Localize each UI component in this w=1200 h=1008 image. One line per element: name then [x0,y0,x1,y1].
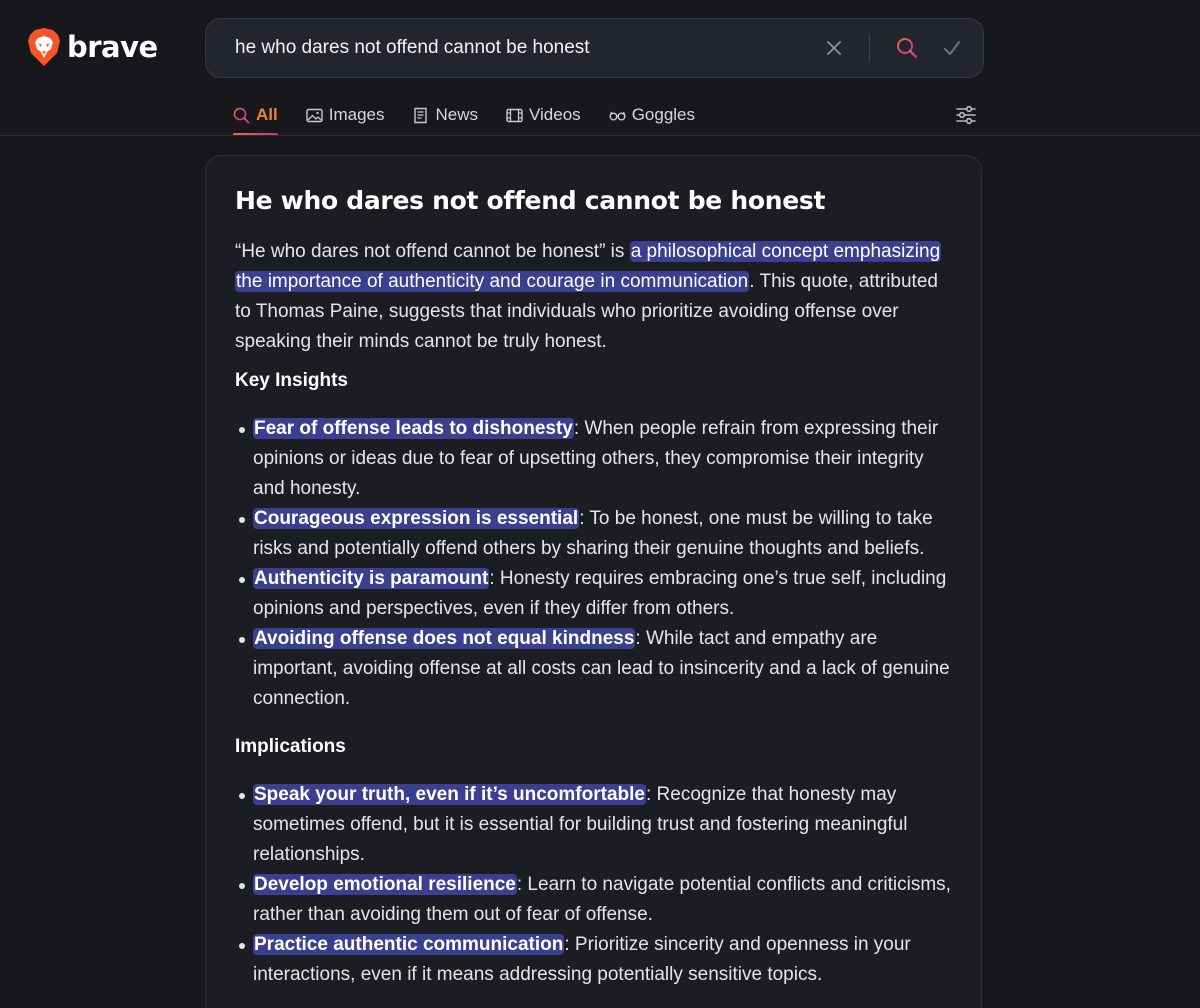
search-icon [233,107,250,123]
clear-search-button[interactable] [813,27,855,69]
list-item: Develop emotional resilience: Learn to n… [235,870,957,930]
answer-content: He who dares not offend cannot be honest… [235,184,957,990]
answer-card: He who dares not offend cannot be honest… [205,155,982,1008]
video-icon [506,108,523,122]
header-divider [0,135,1200,136]
tab-label: Videos [529,105,581,124]
list-item: Courageous expression is essential: To b… [235,504,957,564]
intro-text: “He who dares not offend cannot be hones… [235,241,630,262]
page: brave he who dares not offend cannot be … [0,0,1200,1008]
news-icon [414,107,428,123]
list-item-term: Practice authentic communication [253,934,565,955]
tab-images[interactable]: Images [306,98,385,132]
tab-label: News [435,105,478,124]
image-icon [306,108,323,122]
search-tabs: All Images News Videos Goggles [233,98,723,136]
implications-list: Speak your truth, even if it’s uncomfort… [235,780,957,990]
tab-goggles[interactable]: Goggles [609,98,695,132]
goggles-icon [609,111,626,120]
brave-lion-icon [28,28,60,66]
list-item-term: Courageous expression is essential [253,508,580,529]
list-item-term: Fear of offense leads to dishonesty [253,418,574,439]
list-item-term: Avoiding offense does not equal kindness [253,628,636,649]
tab-label: Images [328,105,385,124]
search-input[interactable]: he who dares not offend cannot be honest [206,37,813,59]
section-heading-implications: Implications [235,736,346,757]
search-icon [897,38,918,59]
confirm-button[interactable] [931,27,973,69]
search-button[interactable] [886,27,928,69]
answer-title: He who dares not offend cannot be honest [235,186,826,215]
list-item: Practice authentic communication: Priori… [235,930,957,990]
tab-all[interactable]: All [233,98,278,136]
tab-videos[interactable]: Videos [506,98,581,132]
list-item: Authenticity is paramount: Honesty requi… [235,564,957,624]
list-item-term: Develop emotional resilience [253,874,517,895]
tab-label: Goggles [631,105,696,124]
list-item: Speak your truth, even if it’s uncomfort… [235,780,957,870]
brand-wordmark: brave [67,30,158,64]
answer-intro: “He who dares not offend cannot be hones… [235,237,957,357]
list-item: Fear of offense leads to dishonesty: Whe… [235,414,957,504]
list-item: Avoiding offense does not equal kindness… [235,624,957,714]
close-icon [827,41,841,55]
key-insights-list: Fear of offense leads to dishonesty: Whe… [235,414,957,714]
list-item-term: Authenticity is paramount [253,568,490,589]
tab-label: All [256,105,278,124]
filter-settings-icon[interactable] [953,102,979,128]
search-bar[interactable]: he who dares not offend cannot be honest [205,18,984,78]
tab-news[interactable]: News [412,98,478,132]
search-divider [869,34,870,62]
list-item-term: Speak your truth, even if it’s uncomfort… [253,784,646,805]
brave-logo[interactable]: brave [27,27,158,67]
check-icon [944,41,960,55]
section-heading-key-insights: Key Insights [235,370,348,391]
